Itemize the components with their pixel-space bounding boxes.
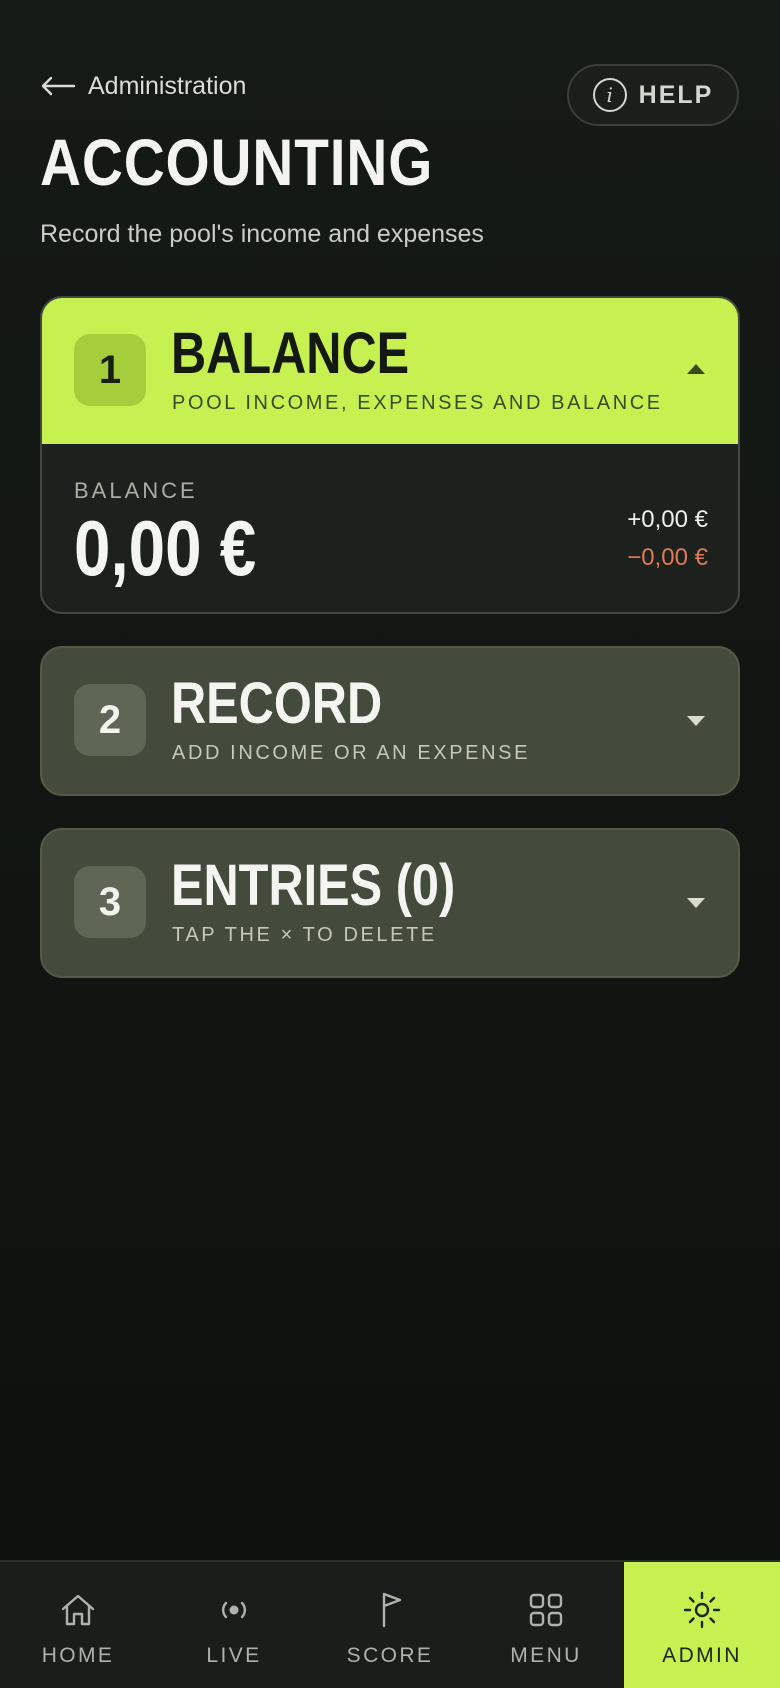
- nav-item-home[interactable]: HOME: [0, 1562, 156, 1688]
- record-panel: 2 RECORD ADD INCOME OR AN EXPENSE: [40, 646, 740, 796]
- panel-title: BALANCE: [171, 321, 410, 386]
- nav-item-score[interactable]: SCORE: [312, 1562, 468, 1688]
- chevron-down-icon: [687, 716, 705, 726]
- panel-caption: ADD INCOME OR AN EXPENSE: [172, 742, 531, 764]
- grid-icon: [529, 1593, 563, 1627]
- nav-label: LIVE: [206, 1644, 262, 1667]
- nav-label: MENU: [510, 1644, 582, 1667]
- accounting-screen: Administration i HELP ACCOUNTING Record …: [0, 0, 780, 1688]
- panel-title: RECORD: [171, 671, 383, 736]
- flag-icon: [382, 1592, 402, 1628]
- help-button-label: HELP: [638, 80, 714, 109]
- nav-item-menu[interactable]: MENU: [468, 1562, 624, 1688]
- nav-item-admin[interactable]: ADMIN: [624, 1562, 780, 1688]
- bottom-nav: HOME LIVE SCORE MENU ADMIN: [0, 1560, 780, 1688]
- nav-label: HOME: [41, 1644, 115, 1667]
- help-button[interactable]: i HELP: [567, 64, 739, 126]
- info-icon: i: [592, 78, 627, 112]
- step-badge: 3: [74, 866, 146, 938]
- chevron-down-icon: [687, 898, 705, 908]
- page-subtitle: Record the pool's income and expenses: [40, 220, 484, 248]
- balance-label: BALANCE: [74, 478, 198, 503]
- home-icon: [61, 1594, 95, 1626]
- nav-label: SCORE: [346, 1644, 434, 1667]
- panel-caption: TAP THE × TO DELETE: [172, 924, 437, 946]
- step-badge: 2: [74, 684, 146, 756]
- nav-item-live[interactable]: LIVE: [156, 1562, 312, 1688]
- balance-value: 0,00 €: [74, 504, 257, 592]
- back-arrow-icon: [40, 76, 76, 96]
- balance-panel: 1 BALANCE POOL INCOME, EXPENSES AND BALA…: [40, 296, 740, 614]
- record-panel-header[interactable]: 2 RECORD ADD INCOME OR AN EXPENSE: [42, 648, 738, 794]
- panel-title: ENTRIES (0): [171, 853, 456, 918]
- chevron-up-icon: [687, 364, 705, 374]
- back-link-label: Administration: [88, 71, 247, 100]
- nav-label: ADMIN: [662, 1644, 742, 1667]
- step-badge: 1: [74, 334, 146, 406]
- live-icon: [221, 1601, 247, 1619]
- income-total: +0,00 €: [627, 506, 708, 533]
- entries-panel-header[interactable]: 3 ENTRIES (0) TAP THE × TO DELETE: [42, 830, 738, 976]
- panel-caption: POOL INCOME, EXPENSES AND BALANCE: [172, 392, 663, 414]
- balance-panel-body: BALANCE 0,00 € +0,00 € −0,00 €: [42, 444, 738, 612]
- back-link[interactable]: Administration: [40, 68, 246, 104]
- entries-panel: 3 ENTRIES (0) TAP THE × TO DELETE: [40, 828, 740, 978]
- gear-icon: [683, 1591, 721, 1629]
- page-title: ACCOUNTING: [40, 125, 434, 199]
- expense-total: −0,00 €: [627, 544, 708, 571]
- balance-panel-header[interactable]: 1 BALANCE POOL INCOME, EXPENSES AND BALA…: [42, 298, 738, 444]
